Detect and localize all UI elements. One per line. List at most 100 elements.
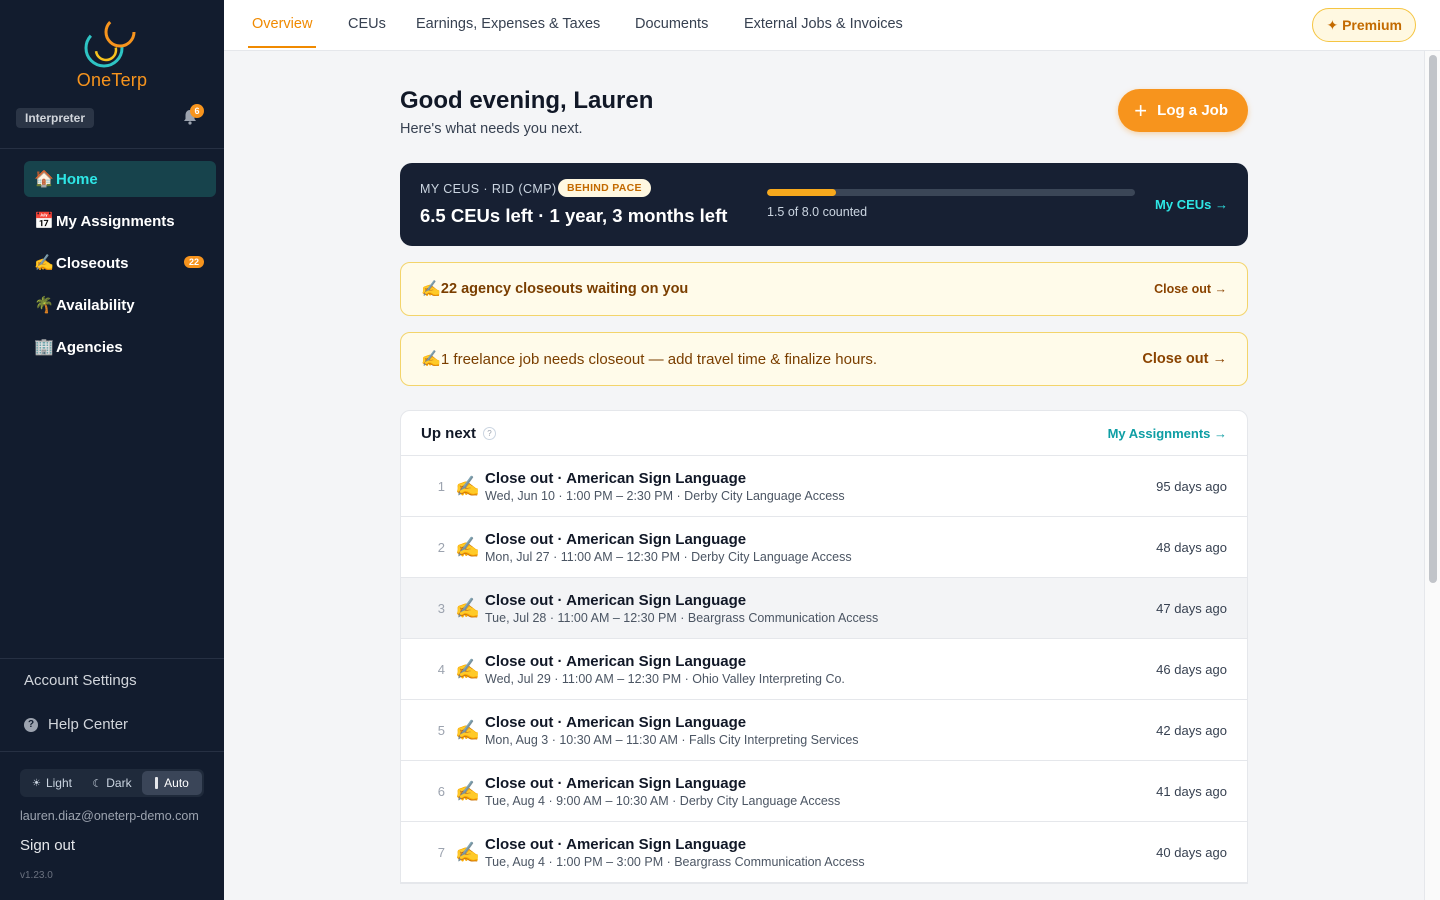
my-assignments-link[interactable]: My Assignments → — [1108, 426, 1227, 441]
closeouts-count-badge: 22 — [183, 256, 204, 268]
row-number: 6 — [437, 783, 445, 799]
close-out-link[interactable]: Close out → — [1154, 282, 1227, 296]
sidebar-item-my-assignments[interactable]: 📅 My Assignments — [24, 203, 216, 239]
ceu-progress-bar — [767, 189, 1135, 196]
writing-hand-icon: ✍️ — [455, 841, 480, 864]
my-ceus-link[interactable]: My CEUs → — [1155, 197, 1228, 212]
list-item[interactable]: 2 ✍️ Close out · American Sign Language … — [401, 517, 1247, 578]
sidebar: OneTerp Interpreter 6 🏠 Home 📅 My Assign… — [0, 0, 224, 900]
theme-switcher: ☀ Light ☾ Dark Auto — [20, 769, 204, 797]
tab-earnings-expenses-taxes[interactable]: Earnings, Expenses & Taxes — [416, 0, 600, 48]
writing-hand-icon: ✍️ — [421, 281, 441, 298]
writing-hand-icon: ✍️ — [455, 780, 480, 803]
row-subtitle: Tue, Aug 4 · 1:00 PM – 3:00 PM · Beargra… — [485, 854, 865, 869]
moon-icon: ☾ — [92, 777, 103, 790]
writing-hand-icon: ✍️ — [34, 255, 54, 272]
log-job-button[interactable]: + Log a Job — [1118, 89, 1248, 132]
theme-auto-label: Auto — [164, 776, 189, 790]
row-body: Close out · American Sign Language Wed, … — [483, 470, 1156, 503]
row-number: 3 — [437, 600, 445, 616]
list-item[interactable]: 7 ✍️ Close out · American Sign Language … — [401, 822, 1247, 883]
row-subtitle: Mon, Aug 3 · 10:30 AM – 11:30 AM · Falls… — [485, 732, 859, 747]
theme-light-label: Light — [45, 776, 72, 790]
log-job-label: Log a Job — [1157, 102, 1228, 119]
row-subtitle: Wed, Jun 10 · 1:00 PM – 2:30 PM · Derby … — [485, 488, 845, 503]
agency-closeouts-alert: ✍️ 22 agency closeouts waiting on you Cl… — [400, 262, 1248, 316]
account-settings-link[interactable]: Account Settings — [24, 672, 137, 689]
sidebar-item-home[interactable]: 🏠 Home — [24, 161, 216, 197]
row-body: Close out · American Sign Language Tue, … — [483, 775, 1156, 808]
writing-hand-icon: ✍️ — [455, 719, 480, 742]
logo[interactable]: OneTerp — [0, 12, 224, 91]
notification-count: 6 — [190, 104, 204, 118]
writing-hand-icon: ✍️ — [455, 536, 480, 559]
sidebar-nav: 🏠 Home 📅 My Assignments ✍️ Closeouts 22 … — [24, 161, 216, 371]
ceu-card: MY CEUS · RID (CMP) BEHIND PACE 6.5 CEUs… — [400, 163, 1248, 246]
tab-ceus[interactable]: CEUs — [348, 0, 386, 48]
close-out-link[interactable]: Close out → — [1142, 351, 1227, 367]
tab-overview[interactable]: Overview — [248, 0, 317, 48]
sidebar-item-label: Availability — [56, 296, 135, 314]
row-age: 95 days ago — [1156, 478, 1227, 494]
row-age: 46 days ago — [1156, 661, 1227, 677]
up-next-list: Up next ? My Assignments → 1 ✍️ Close ou… — [400, 410, 1248, 884]
list-item[interactable]: 4 ✍️ Close out · American Sign Language … — [401, 639, 1247, 700]
help-icon: ? — [24, 717, 38, 732]
scrollbar[interactable] — [1424, 51, 1440, 900]
tab-external-jobs-invoices[interactable]: External Jobs & Invoices — [744, 0, 903, 48]
row-age: 42 days ago — [1156, 722, 1227, 738]
page-title: Good evening, Lauren — [400, 87, 654, 114]
sidebar-divider — [0, 148, 224, 149]
calendar-icon: 📅 — [34, 213, 54, 230]
help-icon[interactable]: ? — [483, 426, 497, 440]
premium-label: Premium — [1342, 17, 1402, 33]
row-body: Close out · American Sign Language Tue, … — [483, 592, 1156, 625]
row-number: 7 — [437, 844, 445, 860]
sidebar-item-label: Agencies — [56, 338, 123, 356]
ceu-progress-fill — [767, 189, 836, 196]
theme-auto-button[interactable]: Auto — [142, 771, 202, 795]
row-title: Close out · American Sign Language — [485, 835, 747, 853]
row-title: Close out · American Sign Language — [485, 774, 747, 792]
sun-icon: ☀ — [32, 777, 41, 789]
freelance-closeout-alert: ✍️ 1 freelance job needs closeout — add … — [400, 332, 1248, 386]
scrollbar-thumb[interactable] — [1429, 55, 1437, 583]
row-title: Close out · American Sign Language — [485, 713, 747, 731]
ceu-progress-text: 1.5 of 8.0 counted — [767, 205, 868, 219]
oneterp-logo-icon — [84, 16, 136, 68]
writing-hand-icon: ✍️ — [421, 351, 441, 368]
writing-hand-icon: ✍️ — [455, 597, 480, 620]
row-subtitle: Tue, Aug 4 · 9:00 AM – 10:30 AM · Derby … — [485, 793, 841, 808]
up-next-title: Up next — [421, 424, 477, 442]
sparkle-icon: ✦ — [1326, 17, 1339, 33]
theme-light-button[interactable]: ☀ Light — [22, 771, 82, 795]
ceu-summary: 6.5 CEUs left · 1 year, 3 months left — [420, 205, 728, 226]
sign-out-button[interactable]: Sign out — [20, 837, 75, 854]
row-number: 5 — [437, 722, 445, 738]
premium-button[interactable]: ✦ Premium — [1312, 8, 1416, 42]
theme-dark-button[interactable]: ☾ Dark — [82, 771, 142, 795]
alert-text: 1 freelance job needs closeout — add tra… — [440, 350, 877, 368]
row-title: Close out · American Sign Language — [485, 652, 747, 670]
theme-dark-label: Dark — [106, 776, 132, 790]
alert-text: 22 agency closeouts waiting on you — [440, 281, 689, 297]
row-age: 40 days ago — [1156, 844, 1227, 860]
page-subtitle: Here's what needs you next. — [400, 121, 583, 137]
sidebar-item-availability[interactable]: 🌴 Availability — [24, 287, 216, 323]
sidebar-item-agencies[interactable]: 🏢 Agencies — [24, 329, 216, 365]
role-badge: Interpreter — [16, 108, 95, 128]
list-item[interactable]: 5 ✍️ Close out · American Sign Language … — [401, 700, 1247, 761]
sidebar-divider — [0, 658, 224, 659]
help-center-link[interactable]: ? Help Center — [24, 716, 128, 733]
list-item[interactable]: 6 ✍️ Close out · American Sign Language … — [401, 761, 1247, 822]
row-age: 41 days ago — [1156, 783, 1227, 799]
sidebar-item-closeouts[interactable]: ✍️ Closeouts 22 — [24, 245, 216, 281]
app-version: v1.23.0 — [20, 870, 53, 881]
row-number: 1 — [437, 478, 445, 494]
list-item[interactable]: 1 ✍️ Close out · American Sign Language … — [401, 456, 1247, 517]
row-age: 47 days ago — [1156, 600, 1227, 616]
sidebar-item-label: Home — [56, 170, 98, 188]
pace-badge: BEHIND PACE — [558, 179, 651, 197]
tab-documents[interactable]: Documents — [635, 0, 708, 48]
list-item[interactable]: 3 ✍️ Close out · American Sign Language … — [401, 578, 1247, 639]
